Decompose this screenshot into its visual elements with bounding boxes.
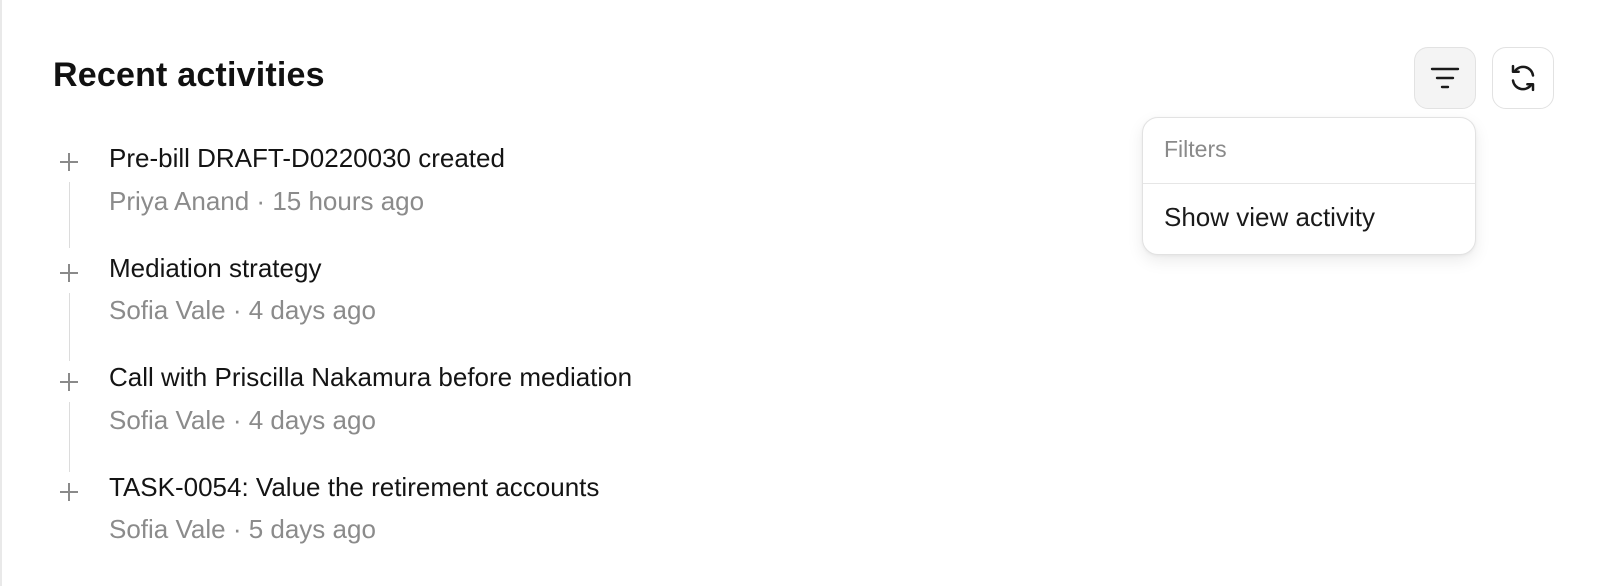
activity-title[interactable]: Pre-bill DRAFT-D0220030 created — [109, 143, 505, 174]
timeline-connector — [69, 293, 70, 361]
activity-meta: Sofia Vale · 4 days ago — [109, 405, 376, 435]
plus-icon — [60, 153, 78, 171]
plus-icon — [60, 264, 78, 282]
recent-activities-panel: Recent activities Filters Show view acti… — [0, 0, 1600, 586]
activity-title[interactable]: TASK-0054: Value the retirement accounts — [109, 472, 599, 503]
plus-icon — [60, 483, 78, 501]
activity-meta: Priya Anand · 15 hours ago — [109, 186, 425, 216]
activity-title[interactable]: Call with Priscilla Nakamura before medi… — [109, 362, 632, 393]
activity-meta: Sofia Vale · 5 days ago — [109, 514, 376, 544]
plus-icon — [60, 373, 78, 391]
activity-meta: Sofia Vale · 4 days ago — [109, 295, 376, 325]
timeline-connector — [69, 402, 70, 472]
activity-title[interactable]: Mediation strategy — [109, 253, 321, 284]
timeline-connector — [69, 182, 70, 248]
activity-timeline: Pre-bill DRAFT-D0220030 created Priya An… — [2, 0, 1600, 586]
